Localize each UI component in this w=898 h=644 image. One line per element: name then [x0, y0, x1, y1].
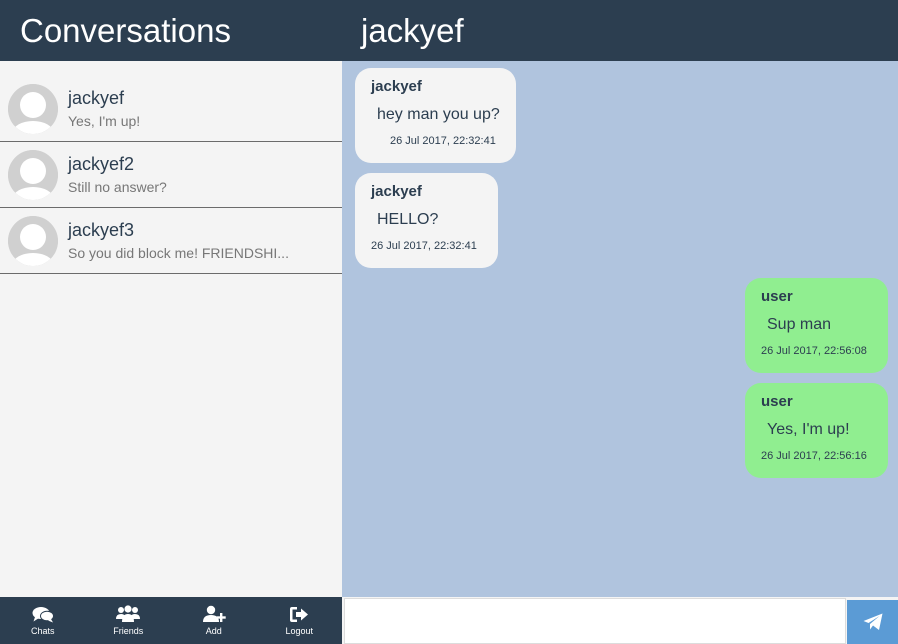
message-bubble-outgoing: user Yes, I'm up! 26 Jul 2017, 22:56:16	[745, 383, 888, 478]
message-text: HELLO?	[377, 211, 439, 228]
conversation-preview: Still no answer?	[68, 178, 167, 195]
message-timestamp: 26 Jul 2017, 22:56:08	[761, 345, 867, 357]
chat-bubbles-icon	[32, 606, 54, 622]
conversation-preview: So you did block me! FRIENDSHI...	[68, 244, 289, 261]
nav-add-button[interactable]: Add	[171, 597, 257, 644]
nav-friends-label: Friends	[113, 626, 144, 636]
nav-friends-button[interactable]: Friends	[86, 597, 172, 644]
conversations-title: Conversations	[0, 0, 342, 61]
message-sender: user	[761, 288, 793, 305]
avatar-placeholder-icon	[8, 215, 58, 266]
bottom-nav: Chats Friends Add Logout	[0, 597, 342, 644]
paper-plane-icon	[863, 613, 882, 630]
message-sender: jackyef	[371, 183, 422, 200]
nav-add-label: Add	[205, 626, 222, 636]
message-timestamp: 26 Jul 2017, 22:32:41	[371, 240, 477, 252]
conversation-item[interactable]: jackyef3 So you did block me! FRIENDSHI.…	[0, 208, 342, 274]
message-timestamp: 26 Jul 2017, 22:56:16	[761, 450, 867, 462]
nav-chats-button[interactable]: Chats	[0, 597, 86, 644]
composer-bar	[342, 597, 898, 644]
conversation-item[interactable]: jackyef2 Still no answer?	[0, 142, 342, 208]
message-input[interactable]	[344, 598, 846, 644]
conversation-item[interactable]: jackyef Yes, I'm up!	[0, 76, 342, 142]
avatar-placeholder-icon	[8, 83, 58, 134]
avatar-placeholder-icon	[8, 149, 58, 200]
message-text: Sup man	[767, 316, 832, 333]
conversation-name: jackyef	[68, 87, 125, 108]
message-timestamp: 26 Jul 2017, 22:32:41	[390, 135, 496, 147]
conversation-name: jackyef3	[68, 219, 135, 240]
nav-logout-label: Logout	[285, 625, 314, 636]
send-button[interactable]	[847, 600, 898, 644]
chat-app: Conversations jackyef Yes, I'm up! jacky…	[0, 0, 898, 644]
message-area[interactable]: jackyef hey man you up? 26 Jul 2017, 22:…	[342, 61, 898, 597]
conversation-preview: Yes, I'm up!	[68, 112, 141, 129]
message-bubble-outgoing: user Sup man 26 Jul 2017, 22:56:08	[745, 278, 888, 373]
user-plus-icon	[202, 605, 226, 622]
message-bubble-incoming: jackyef HELLO? 26 Jul 2017, 22:32:41	[355, 173, 498, 268]
chat-title: jackyef	[342, 0, 898, 61]
nav-chats-label: Chats	[30, 625, 55, 636]
message-sender: user	[761, 393, 793, 410]
conversation-list: jackyef Yes, I'm up! jackyef2 Still no a…	[0, 61, 342, 597]
conversation-name: jackyef2	[68, 153, 135, 174]
users-icon	[116, 605, 141, 622]
logout-icon	[290, 606, 309, 622]
message-bubble-incoming: jackyef hey man you up? 26 Jul 2017, 22:…	[355, 68, 516, 163]
message-text: hey man you up?	[377, 106, 500, 123]
nav-logout-button[interactable]: Logout	[257, 597, 343, 644]
message-text: Yes, I'm up!	[767, 421, 850, 438]
message-sender: jackyef	[371, 78, 422, 95]
